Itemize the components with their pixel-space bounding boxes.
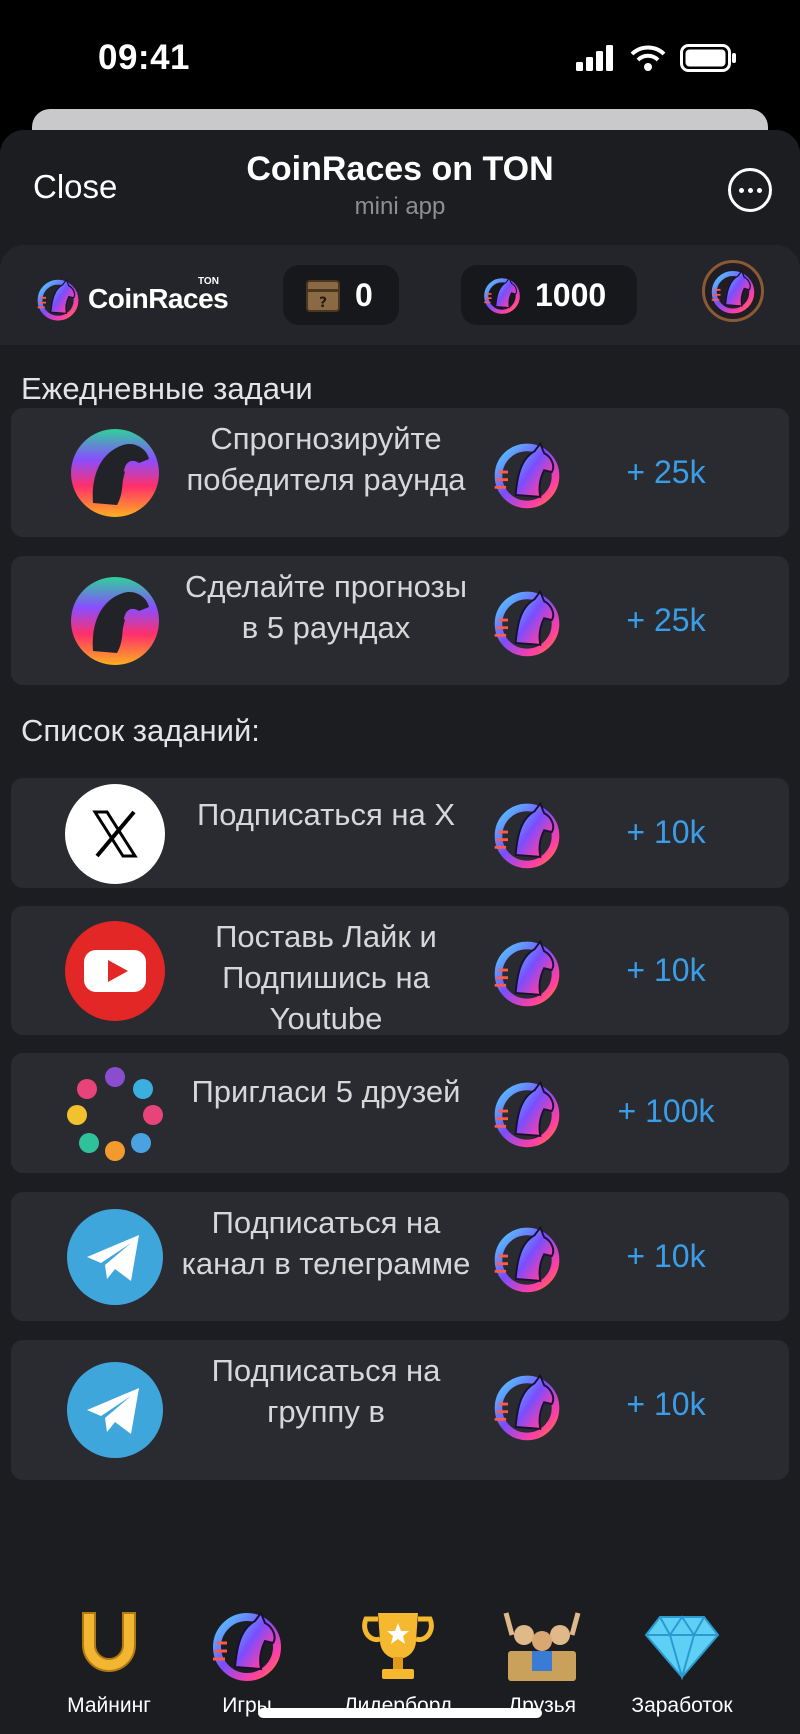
- task-text: Пригласи 5 друзей: [191, 1074, 461, 1109]
- nav-games[interactable]: Игры: [172, 1602, 322, 1718]
- mini-app-sheet: Close CoinRaces on TON mini app CoinRace…: [0, 130, 800, 1734]
- task-reward: + 10k: [626, 1238, 706, 1274]
- horseshoe-icon: [66, 1602, 152, 1688]
- youtube-icon: [65, 921, 165, 1021]
- friends-circle-icon: [65, 1063, 165, 1163]
- battery-icon: [680, 44, 736, 72]
- more-options-button[interactable]: [728, 168, 772, 212]
- nav-label: Заработок: [631, 1694, 733, 1717]
- horse-coin-icon: [489, 1075, 565, 1151]
- chest-icon: ?: [306, 280, 340, 312]
- avatar[interactable]: [702, 260, 764, 322]
- horse-coin-icon: [34, 275, 82, 323]
- task-text: Спрогнозируйте победителя раунда: [186, 421, 466, 497]
- fans-icon: [499, 1602, 585, 1688]
- horse-coin-icon: [708, 266, 758, 316]
- app-title: CoinRaces on TON: [246, 150, 554, 188]
- x-logo-icon: [65, 784, 165, 884]
- svg-text:?: ?: [319, 295, 327, 311]
- chest-counter[interactable]: ? 0: [283, 265, 399, 325]
- task-reward: + 25k: [626, 602, 706, 638]
- horse-coin-icon: [489, 934, 565, 1010]
- horse-coin-icon: [204, 1602, 290, 1688]
- close-button[interactable]: Close: [33, 168, 117, 206]
- task-reward: + 10k: [626, 1386, 706, 1422]
- nav-label: Майнинг: [67, 1694, 151, 1717]
- home-indicator[interactable]: [258, 1708, 542, 1718]
- daily-tasks-title: Ежедневные задачи: [21, 371, 313, 406]
- title-block: CoinRaces on TON mini app: [200, 150, 600, 221]
- logo-text: CoinRaces: [88, 283, 229, 314]
- task-reward: + 25k: [626, 454, 706, 490]
- coin-balance[interactable]: 1000: [461, 265, 637, 325]
- horse-coin-icon: [489, 436, 565, 512]
- task-reward: + 100k: [617, 1093, 715, 1129]
- trophy-icon: [355, 1602, 441, 1688]
- top-bar: Close CoinRaces on TON mini app: [0, 130, 800, 245]
- task-card[interactable]: Поставь Лайк и Подпишись на Youtube + 10…: [11, 906, 789, 1036]
- status-icons: [576, 44, 736, 72]
- ton-tag: TON: [198, 276, 219, 287]
- task-text: Сделайте прогнозы в 5 раундах: [184, 569, 468, 645]
- raven-icon: [65, 571, 165, 671]
- task-card[interactable]: Сделайте прогнозы в 5 раундах + 25k: [11, 556, 789, 685]
- content: Ежедневные задачи Спрогнозируйте победит…: [0, 345, 800, 1695]
- task-reward: + 10k: [626, 952, 706, 988]
- raven-icon: [65, 423, 165, 523]
- telegram-icon: [65, 1360, 165, 1460]
- task-card[interactable]: Подписаться на канал в телеграмме + 10k: [11, 1192, 789, 1321]
- nav-leaderboard[interactable]: Лидерборд: [323, 1602, 473, 1718]
- nav-mining[interactable]: Майнинг: [34, 1602, 184, 1718]
- task-text: Подписаться на группу в: [211, 1353, 441, 1429]
- task-card[interactable]: Спрогнозируйте победителя раунда + 25k: [11, 408, 789, 537]
- task-card[interactable]: Пригласи 5 друзей + 100k: [11, 1053, 789, 1173]
- horse-coin-icon: [489, 796, 565, 872]
- status-time: 09:41: [98, 38, 191, 77]
- app-subtitle: mini app: [354, 193, 446, 220]
- task-card[interactable]: Подписаться на группу в + 10k: [11, 1340, 789, 1480]
- task-card[interactable]: Подписаться на X + 10k: [11, 778, 789, 888]
- task-text: Подписаться на канал в телеграмме: [181, 1205, 471, 1281]
- coin-balance-value: 1000: [535, 276, 607, 313]
- status-bar: 09:41: [0, 0, 800, 110]
- diamond-icon: [639, 1602, 725, 1688]
- task-list-title: Список заданий:: [21, 713, 260, 748]
- chest-count: 0: [355, 276, 373, 313]
- task-text: Подписаться на X: [197, 797, 455, 832]
- horse-coin-icon: [481, 274, 523, 316]
- dot-icon: [747, 187, 753, 193]
- nav-earn[interactable]: Заработок: [607, 1602, 757, 1718]
- signal-icon: [576, 45, 613, 71]
- horse-coin-icon: [489, 584, 565, 660]
- task-text: Поставь Лайк и Подпишись на Youtube: [215, 919, 437, 1036]
- horse-coin-icon: [489, 1368, 565, 1444]
- wifi-icon: [630, 45, 666, 71]
- dot-icon: [738, 187, 744, 193]
- task-reward: + 10k: [626, 814, 706, 850]
- nav-friends[interactable]: Друзья: [467, 1602, 617, 1718]
- telegram-icon: [65, 1207, 165, 1307]
- dot-icon: [756, 187, 762, 193]
- horse-coin-icon: [489, 1220, 565, 1296]
